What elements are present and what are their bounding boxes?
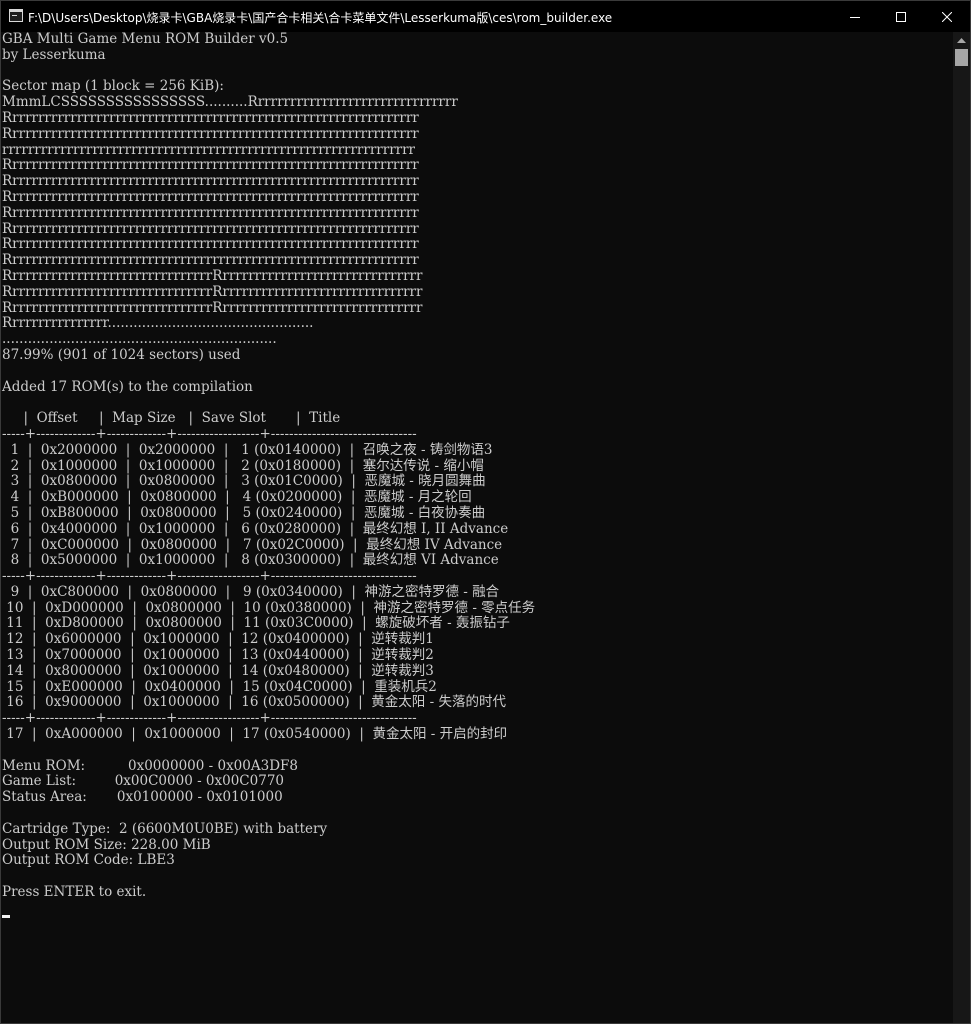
console-line: ........................................… xyxy=(2,331,277,348)
close-button[interactable] xyxy=(924,1,970,32)
title-bar[interactable]: F:\D\Users\Desktop\烧录卡\GBA烧录卡\国产合卡相关\合卡菜… xyxy=(1,1,970,32)
console-line: Rrrrrrrrrrrrrrrrrrrrrrrrrrrrrrrrrrrrrrrr… xyxy=(2,157,419,174)
console-line: by Lesserkuma xyxy=(2,46,106,63)
minimize-button[interactable] xyxy=(832,1,878,32)
console-line: -----+-------------+-------------+------… xyxy=(2,710,417,727)
minimize-icon xyxy=(850,16,860,18)
console-output-area[interactable]: GBA Multi Game Menu ROM Builder v0.5 by L… xyxy=(1,32,953,1023)
console-line: 1 | 0x2000000 | 0x2000000 | 1 (0x0140000… xyxy=(2,441,493,458)
console-line: Sector map (1 block = 256 KiB): xyxy=(2,78,224,95)
maximize-icon xyxy=(896,11,906,22)
console-line: 8 | 0x5000000 | 0x1000000 | 8 (0x0300000… xyxy=(2,552,499,569)
console-window: F:\D\Users\Desktop\烧录卡\GBA烧录卡\国产合卡相关\合卡菜… xyxy=(0,0,971,1024)
console-line: 16 | 0x9000000 | 0x1000000 | 16 (0x05000… xyxy=(2,694,506,711)
console-line: Rrrrrrrrrrrrrrrrrrrrrrrrrrrrrrrrrrrrrrrr… xyxy=(2,125,419,142)
console-line: -----+-------------+-------------+------… xyxy=(2,425,417,442)
console-line: RrrrrrrrrrrrrrrrrrrrrrrrrrrrrrrrRrrrrrrr… xyxy=(2,283,423,300)
console-line: | Offset | Map Size | Save Slot | Title xyxy=(2,410,341,427)
console-line: 7 | 0xC000000 | 0x0800000 | 7 (0x02C0000… xyxy=(2,536,503,553)
console-line: Rrrrrrrrrrrrrrrrrrrrrrrrrrrrrrrrrrrrrrrr… xyxy=(2,173,419,190)
console-line: 4 | 0xB000000 | 0x0800000 | 4 (0x0200000… xyxy=(2,489,472,506)
console-line: GBA Multi Game Menu ROM Builder v0.5 xyxy=(2,32,289,47)
console-line: 9 | 0xC800000 | 0x0800000 | 9 (0x0340000… xyxy=(2,583,500,600)
console-line: Output ROM Size: 228.00 MiB xyxy=(2,836,211,853)
console-line: Rrrrrrrrrrrrrrrrrrrrrrrrrrrrrrrrrrrrrrrr… xyxy=(2,109,419,126)
console-line: Rrrrrrrrrrrrrrrrrrrrrrrrrrrrrrrrrrrrrrrr… xyxy=(2,188,419,205)
console-line: Menu ROM: 0x0000000 - 0x00A3DF8 xyxy=(2,757,298,774)
console-line: Cartridge Type: 2 (6600M0U0BE) with batt… xyxy=(2,820,328,837)
console-line: Output ROM Code: LBE3 xyxy=(2,852,175,869)
console-line: Rrrrrrrrrrrrrrrrrrrrrrrrrrrrrrrrrrrrrrrr… xyxy=(2,220,419,237)
console-line: MmmLCSSSSSSSSSSSSSSSS..........Rrrrrrrrr… xyxy=(2,94,458,111)
console-line: Rrrrrrrrrrrrrrrrrrrrrrrrrrrrrrrrrrrrrrrr… xyxy=(2,236,419,253)
console-line: Rrrrrrrrrrrrrrrrrrrrrrrrrrrrrrrrrrrrrrrr… xyxy=(2,204,419,221)
console-line: RrrrrrrrrrrrrrrrrrrrrrrrrrrrrrrrRrrrrrrr… xyxy=(2,267,423,284)
console-app-icon xyxy=(9,9,23,22)
console-line: 14 | 0x8000000 | 0x1000000 | 14 (0x04800… xyxy=(2,662,434,679)
console-text: GBA Multi Game Menu ROM Builder v0.5 by L… xyxy=(2,32,535,901)
console-line: 87.99% (901 of 1024 sectors) used xyxy=(2,346,241,363)
console-line: RrrrrrrrrrrrrrrrrrrrrrrrrrrrrrrrRrrrrrrr… xyxy=(2,299,423,316)
console-line: 13 | 0x7000000 | 0x1000000 | 13 (0x04400… xyxy=(2,647,434,664)
console-line: -----+-------------+-------------+------… xyxy=(2,568,417,585)
scroll-up-button[interactable] xyxy=(953,32,970,49)
scroll-thumb[interactable] xyxy=(955,49,968,66)
console-line: 11 | 0xD800000 | 0x0800000 | 11 (0x03C00… xyxy=(2,615,510,632)
console-line: 6 | 0x4000000 | 0x1000000 | 6 (0x0280000… xyxy=(2,520,509,537)
console-line: Game List: 0x00C0000 - 0x00C0770 xyxy=(2,773,284,790)
console-line: 3 | 0x0800000 | 0x0800000 | 3 (0x01C0000… xyxy=(2,473,486,490)
console-line: 17 | 0xA000000 | 0x1000000 | 17 (0x05400… xyxy=(2,726,508,743)
vertical-scrollbar[interactable] xyxy=(953,32,970,1023)
console-line: 15 | 0xE000000 | 0x0400000 | 15 (0x04C00… xyxy=(2,678,437,695)
console-line: Status Area: 0x0100000 - 0x0101000 xyxy=(2,789,283,806)
close-icon xyxy=(942,11,952,22)
console-line: 12 | 0x6000000 | 0x1000000 | 12 (0x04000… xyxy=(2,631,434,648)
arrow-up-icon xyxy=(957,37,966,43)
console-line: 5 | 0xB800000 | 0x0800000 | 5 (0x0240000… xyxy=(2,504,486,521)
console-line: Rrrrrrrrrrrrrrrr........................… xyxy=(2,315,314,332)
console-line: Rrrrrrrrrrrrrrrrrrrrrrrrrrrrrrrrrrrrrrrr… xyxy=(2,252,419,269)
console-line: rrrrrrrrrrrrrrrrrrrrrrrrrrrrrrrrrrrrrrrr… xyxy=(2,141,416,158)
console-line: Press ENTER to exit. xyxy=(2,884,147,901)
text-cursor xyxy=(2,915,10,918)
window-title: F:\D\Users\Desktop\烧录卡\GBA烧录卡\国产合卡相关\合卡菜… xyxy=(28,11,613,25)
maximize-button[interactable] xyxy=(878,1,924,32)
console-line: 2 | 0x1000000 | 0x1000000 | 2 (0x0180000… xyxy=(2,457,484,474)
console-line: Added 17 ROM(s) to the compilation xyxy=(2,378,253,395)
